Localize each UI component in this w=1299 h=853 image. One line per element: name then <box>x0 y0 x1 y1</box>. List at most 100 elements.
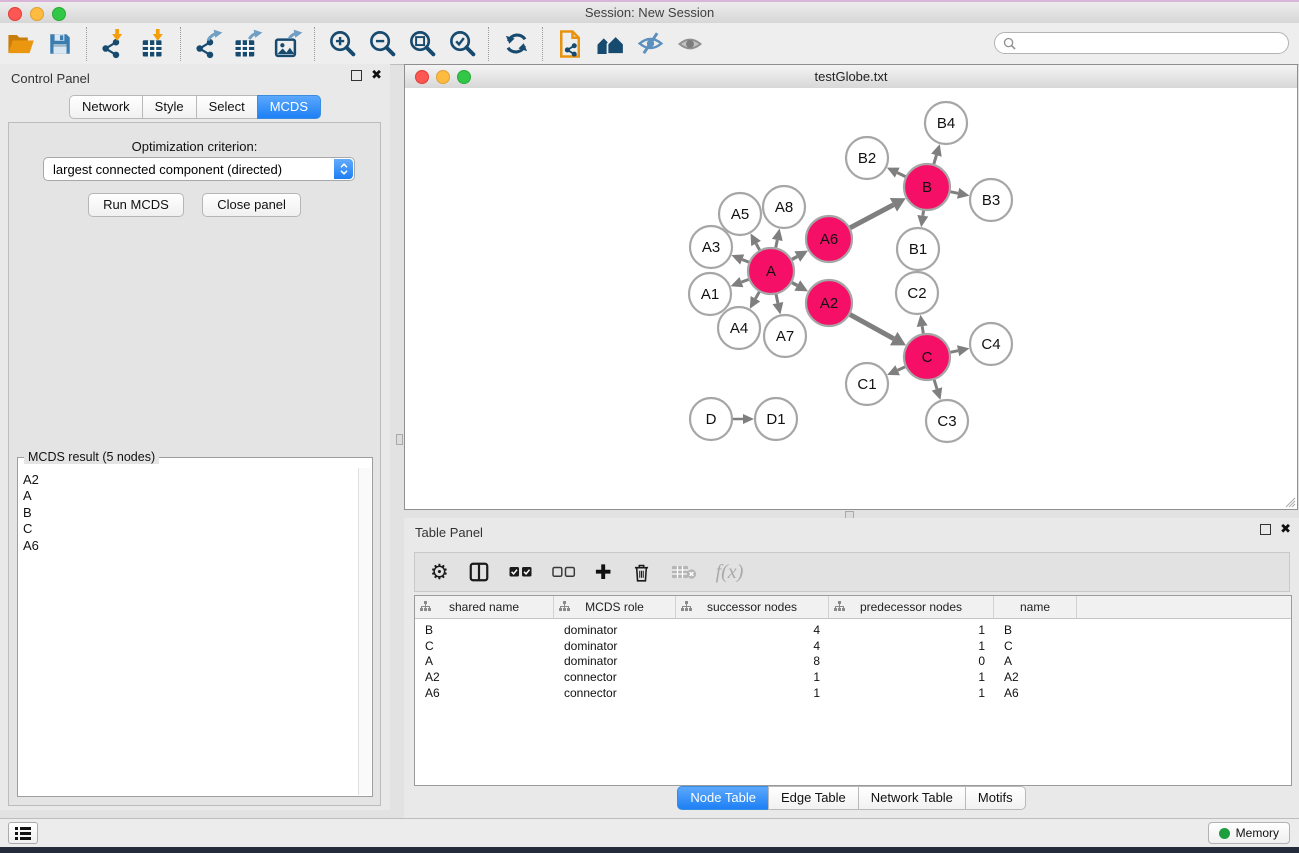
graph-node-C3[interactable]: C3 <box>926 400 968 442</box>
mcds-result-item[interactable]: C <box>23 521 358 537</box>
graph-node-B[interactable]: B <box>904 164 950 210</box>
column-header-MCDS-role[interactable]: MCDS role <box>554 596 676 618</box>
splitter-grip[interactable] <box>396 434 403 445</box>
zoom-out-button[interactable] <box>362 26 402 62</box>
show-eye-icon <box>676 30 704 58</box>
graph-node-D1[interactable]: D1 <box>755 398 797 440</box>
mcds-result-item[interactable]: B <box>23 505 358 521</box>
graph-node-A3[interactable]: A3 <box>690 226 732 268</box>
export-table-button[interactable] <box>228 26 268 62</box>
graph-node-C[interactable]: C <box>904 334 950 380</box>
tab-mcds[interactable]: MCDS <box>257 95 321 119</box>
cell-shared-name: A6 <box>415 686 554 700</box>
save-session-button[interactable] <box>40 26 80 62</box>
mcds-result-item[interactable]: A2 <box>23 472 358 488</box>
graph-node-A8[interactable]: A8 <box>763 186 805 228</box>
graph-node-B2[interactable]: B2 <box>846 137 888 179</box>
float-panel-icon[interactable] <box>1260 524 1271 535</box>
run-mcds-button[interactable]: Run MCDS <box>88 193 184 217</box>
export-image-button[interactable] <box>268 26 308 62</box>
table-panel-title: Table Panel <box>415 525 483 540</box>
close-panel-icon[interactable]: ✖ <box>371 70 382 81</box>
delete-columns-button[interactable] <box>631 562 652 583</box>
column-header-successor-nodes[interactable]: successor nodes <box>676 596 829 618</box>
graph-node-B4[interactable]: B4 <box>925 102 967 144</box>
export-network-button[interactable] <box>188 26 228 62</box>
optimization-criterion-select[interactable]: largest connected component (directed) <box>43 157 355 181</box>
search-input[interactable] <box>1020 35 1288 51</box>
table-row[interactable]: Cdominator41C <box>415 638 1291 654</box>
refresh-view-button[interactable] <box>496 26 536 62</box>
delete-table-button[interactable] <box>671 563 697 581</box>
graph-node-A5[interactable]: A5 <box>719 193 761 235</box>
graph-node-A4[interactable]: A4 <box>718 307 760 349</box>
mcds-result-list[interactable]: A2ABCA6 <box>19 468 358 795</box>
graph-node-D[interactable]: D <box>690 398 732 440</box>
delete-table-icon <box>671 563 697 581</box>
window-resize-grip[interactable] <box>1284 496 1296 508</box>
tab-network-table[interactable]: Network Table <box>858 786 966 810</box>
new-network-from-selection-button[interactable] <box>550 26 590 62</box>
table-tabs: Node TableEdge TableNetwork TableMotifs <box>404 786 1299 810</box>
float-panel-icon[interactable] <box>351 70 362 81</box>
hide-selected-button[interactable] <box>630 26 670 62</box>
search-field[interactable] <box>994 32 1289 54</box>
table-row[interactable]: A2connector11A2 <box>415 669 1291 685</box>
graph-node-A[interactable]: A <box>748 248 794 294</box>
tab-network[interactable]: Network <box>69 95 143 119</box>
graph-node-C1[interactable]: C1 <box>846 363 888 405</box>
column-type-icon <box>834 601 845 612</box>
table-options-button[interactable]: ⚙ <box>430 562 449 582</box>
show-all-button[interactable] <box>670 26 710 62</box>
graph-node-C2[interactable]: C2 <box>896 272 938 314</box>
table-row[interactable]: Adominator80A <box>415 653 1291 669</box>
show-columns-button[interactable] <box>468 561 490 583</box>
graph-node-A7[interactable]: A7 <box>764 315 806 357</box>
show-panels-menu-button[interactable] <box>8 822 38 844</box>
control-panel: Control Panel ✖ NetworkStyleSelectMCDS O… <box>0 64 390 810</box>
zoom-selected-button[interactable] <box>442 26 482 62</box>
unselect-all-columns-button[interactable] <box>552 565 576 579</box>
graph-node-B1[interactable]: B1 <box>897 228 939 270</box>
network-canvas[interactable]: B4 B2 B B3 A8A5 A6 A3 B1 A A1 C2 A2 A4A7 C4 C C1 C3 D D1 <box>405 88 1297 509</box>
network-window-titlebar[interactable]: testGlobe.txt <box>405 65 1297 89</box>
tab-motifs[interactable]: Motifs <box>965 786 1026 810</box>
graph-node-A1[interactable]: A1 <box>689 273 731 315</box>
mcds-result-item[interactable]: A <box>23 488 358 504</box>
column-header-name[interactable]: name <box>994 596 1077 618</box>
tab-node-table[interactable]: Node Table <box>677 786 769 810</box>
mcds-result-scrollbar[interactable] <box>358 468 371 795</box>
close-panel-button[interactable]: Close panel <box>202 193 301 217</box>
export-network-icon <box>193 29 223 59</box>
graph-node-A6[interactable]: A6 <box>806 216 852 262</box>
zoom-in-button[interactable] <box>322 26 362 62</box>
save-floppy-icon <box>47 31 73 57</box>
tab-edge-table[interactable]: Edge Table <box>768 786 859 810</box>
create-column-button[interactable]: ✚ <box>595 562 612 582</box>
mcds-result-item[interactable]: A6 <box>23 538 358 554</box>
graph-node-C4[interactable]: C4 <box>970 323 1012 365</box>
table-row[interactable]: Bdominator41B <box>415 622 1291 638</box>
close-panel-icon[interactable]: ✖ <box>1280 524 1291 535</box>
column-header-predecessor-nodes[interactable]: predecessor nodes <box>829 596 994 618</box>
graph-node-B3[interactable]: B3 <box>970 179 1012 221</box>
column-header-shared-name[interactable]: shared name <box>415 596 554 618</box>
search-icon <box>1003 37 1016 50</box>
select-all-columns-button[interactable] <box>509 565 533 579</box>
cell-successor-nodes: 4 <box>676 623 829 637</box>
first-neighbors-button[interactable] <box>590 26 630 62</box>
open-session-button[interactable] <box>0 26 40 62</box>
tab-style[interactable]: Style <box>142 95 197 119</box>
memory-button[interactable]: Memory <box>1208 822 1290 844</box>
import-table-button[interactable] <box>134 26 174 62</box>
svg-text:C1: C1 <box>857 376 876 393</box>
table-row[interactable]: A6connector11A6 <box>415 685 1291 701</box>
function-builder-button[interactable]: f(x) <box>716 561 744 584</box>
import-network-button[interactable] <box>94 26 134 62</box>
graph-node-A2[interactable]: A2 <box>806 280 852 326</box>
cell-successor-nodes: 8 <box>676 654 829 668</box>
svg-text:B: B <box>922 179 932 196</box>
zoom-fit-button[interactable] <box>402 26 442 62</box>
tab-select[interactable]: Select <box>196 95 258 119</box>
column-type-icon <box>420 601 431 612</box>
